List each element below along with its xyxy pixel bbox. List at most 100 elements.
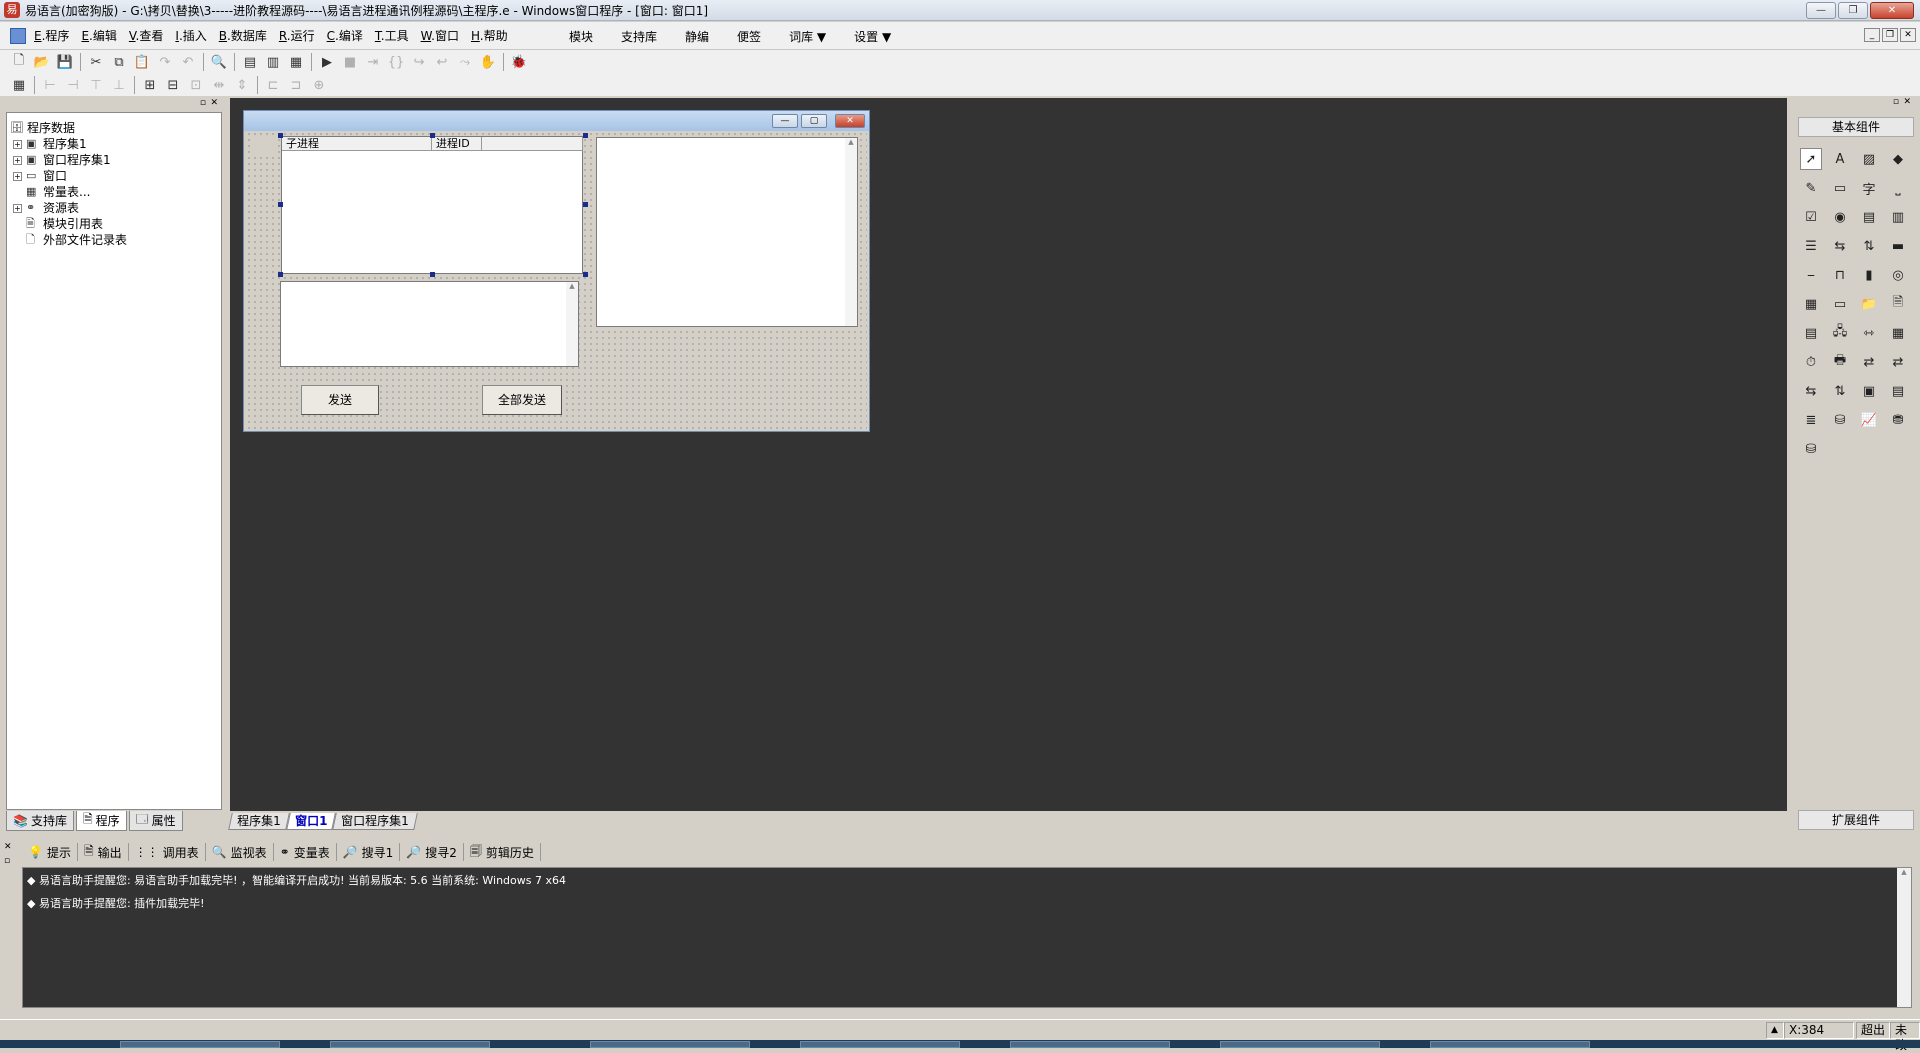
table-icon[interactable]: ▦ (1887, 322, 1909, 344)
tab-control-icon[interactable]: ⊓ (1829, 264, 1851, 286)
taskbar-button[interactable] (1010, 1041, 1170, 1048)
maximize-button[interactable]: ❐ (1838, 2, 1868, 19)
caret-up-icon[interactable]: ▲ (1766, 1022, 1784, 1039)
combobox-icon[interactable]: ▤ (1858, 206, 1880, 228)
menu-static-compile[interactable]: 静编 (671, 28, 723, 45)
tab-output[interactable]: 🗎 输出 (78, 843, 129, 861)
image-list-icon[interactable]: ▮ (1858, 264, 1880, 286)
scrollbar[interactable]: ▲ (566, 282, 578, 366)
output-console[interactable]: ◆ 易语言助手提醒您: 易语言助手加载完毕! ，智能编译开启成功! 当前易版本:… (22, 867, 1912, 1008)
expand-icon[interactable]: + (13, 171, 22, 181)
hand-icon[interactable]: ✋ (477, 52, 499, 72)
text-icon[interactable]: 字 (1858, 177, 1880, 199)
label-icon[interactable]: A (1829, 148, 1851, 170)
panel-close-icon[interactable]: ✕ (1903, 97, 1911, 107)
new-file-icon[interactable]: 🗋 (8, 52, 30, 72)
send-textbox[interactable]: ▲ (280, 281, 579, 367)
save-icon[interactable]: 💾 (54, 52, 76, 72)
menu-window[interactable]: W.窗口 (415, 27, 465, 44)
tree-root[interactable]: 🗄 程序数据 (10, 120, 75, 136)
tree-item-window[interactable]: + ▭ 窗口 (13, 168, 67, 184)
same-size-icon[interactable]: ⊡ (185, 75, 207, 95)
resize-handle[interactable] (278, 133, 283, 138)
chart-icon[interactable]: 📈 (1858, 409, 1880, 431)
menu-view[interactable]: V.查看 (123, 27, 170, 44)
expand-icon[interactable]: + (13, 139, 22, 149)
tree-item-module-refs[interactable]: 🗎 模块引用表 (26, 216, 103, 232)
resize-handle[interactable] (278, 272, 283, 277)
datasource-icon[interactable]: ⇄ (1858, 351, 1880, 373)
menu-database[interactable]: B.数据库 (213, 27, 273, 44)
document-icon[interactable]: 🗎 (1887, 293, 1909, 315)
output-pin-icon[interactable]: ▫ (4, 856, 10, 866)
menu-help[interactable]: H.帮助 (465, 27, 514, 44)
close-button[interactable]: ✕ (1870, 2, 1914, 19)
menu-tools[interactable]: T.工具 (369, 27, 415, 44)
plugin-icon[interactable]: 🐞 (508, 52, 530, 72)
layout-3-icon[interactable]: ▦ (285, 52, 307, 72)
run-icon[interactable]: ▶ (316, 52, 338, 72)
basic-components-header[interactable]: 基本组件 (1798, 117, 1914, 137)
hscroll-icon[interactable]: ⇆ (1829, 235, 1851, 257)
data-provider-icon[interactable]: ⇄ (1887, 351, 1909, 373)
pin-icon[interactable]: ▫ (200, 98, 206, 108)
taskbar-button[interactable] (800, 1041, 960, 1048)
tab-window1[interactable]: 窗口1 (285, 813, 336, 830)
resize-handle[interactable] (583, 202, 588, 207)
tab-support-lib[interactable]: 📚 支持库 (6, 811, 74, 831)
menu-module[interactable]: 模块 (555, 28, 607, 45)
toolbar-icon[interactable]: ▤ (1800, 322, 1822, 344)
client-icon[interactable]: ⇆ (1800, 380, 1822, 402)
drawing-board-icon[interactable]: ✎ (1800, 177, 1822, 199)
align-center-h-icon[interactable]: ⊣ (62, 75, 84, 95)
image-box-icon[interactable]: ▨ (1858, 148, 1880, 170)
menu-notes[interactable]: 便签 (723, 28, 775, 45)
progress-icon[interactable]: ▬ (1887, 235, 1909, 257)
splitter-icon[interactable]: ⇿ (1858, 322, 1880, 344)
space-h-icon[interactable]: ⇹ (208, 75, 230, 95)
expand-icon[interactable]: + (13, 203, 22, 213)
network-icon[interactable]: 🖧 (1829, 322, 1851, 344)
vscroll-icon[interactable]: ⇅ (1858, 235, 1880, 257)
tab-variables[interactable]: ⚭ 变量表 (274, 843, 337, 861)
tree-item-window-program-set[interactable]: + ▣ 窗口程序集1 (13, 152, 111, 168)
tab-watch[interactable]: 🔍 监视表 (206, 843, 274, 861)
menu-lexicon[interactable]: 词库 ▼ (775, 28, 840, 45)
send-button[interactable]: 发送 (301, 385, 379, 415)
align-top-icon[interactable]: ⊤ (85, 75, 107, 95)
calendar-icon[interactable]: ▦ (1800, 293, 1822, 315)
design-form-window[interactable]: — ▢ ✕ 子进程 进程ID ▲ ▲ 发送 全部发送 (243, 110, 870, 432)
selection-list-icon[interactable]: ☰ (1800, 235, 1822, 257)
ipc-component-icon[interactable] (254, 135, 276, 157)
menu-support-lib[interactable]: 支持库 (607, 28, 671, 45)
tab-hint[interactable]: 💡 提示 (22, 843, 78, 861)
folder-icon[interactable]: 📁 (1858, 293, 1880, 315)
form-titlebar[interactable]: — ▢ ✕ (244, 111, 869, 131)
editbox-icon[interactable]: ⎵ (1887, 177, 1909, 199)
form-close-button[interactable]: ✕ (835, 114, 865, 128)
printer-icon[interactable]: 🖶 (1829, 351, 1851, 373)
copy-icon[interactable]: ⧉ (108, 52, 130, 72)
menu-insert[interactable]: I.插入 (169, 27, 212, 44)
timer-icon[interactable]: ⏱ (1800, 351, 1822, 373)
database-provider-icon[interactable]: ≣ (1800, 409, 1822, 431)
taskbar-button[interactable] (1220, 1041, 1380, 1048)
form-canvas[interactable]: 子进程 进程ID ▲ ▲ 发送 全部发送 (246, 131, 867, 429)
form-maximize-button[interactable]: ▢ (801, 114, 827, 128)
mdi-restore-button[interactable]: ❐ (1882, 28, 1898, 42)
layout-1-icon[interactable]: ▤ (239, 52, 261, 72)
column-header-subprocess[interactable]: 子进程 (282, 137, 432, 151)
column-header-pid[interactable]: 进程ID (432, 137, 482, 151)
menu-run[interactable]: R.运行 (273, 27, 321, 44)
mdi-minimize-button[interactable]: _ (1864, 28, 1880, 42)
cut-icon[interactable]: ✂ (85, 52, 107, 72)
tab-program[interactable]: 🗎 程序 (75, 811, 127, 831)
server-icon[interactable]: ⇅ (1829, 380, 1851, 402)
odbc-icon[interactable]: ⛃ (1887, 409, 1909, 431)
align-bottom-icon[interactable]: ⊥ (108, 75, 130, 95)
step-into-icon[interactable]: {} (385, 52, 407, 72)
menu-app-icon[interactable] (10, 27, 26, 44)
resize-handle[interactable] (583, 272, 588, 277)
undo-icon[interactable]: ↶ (177, 52, 199, 72)
grid-icon[interactable]: ▦ (8, 75, 30, 95)
